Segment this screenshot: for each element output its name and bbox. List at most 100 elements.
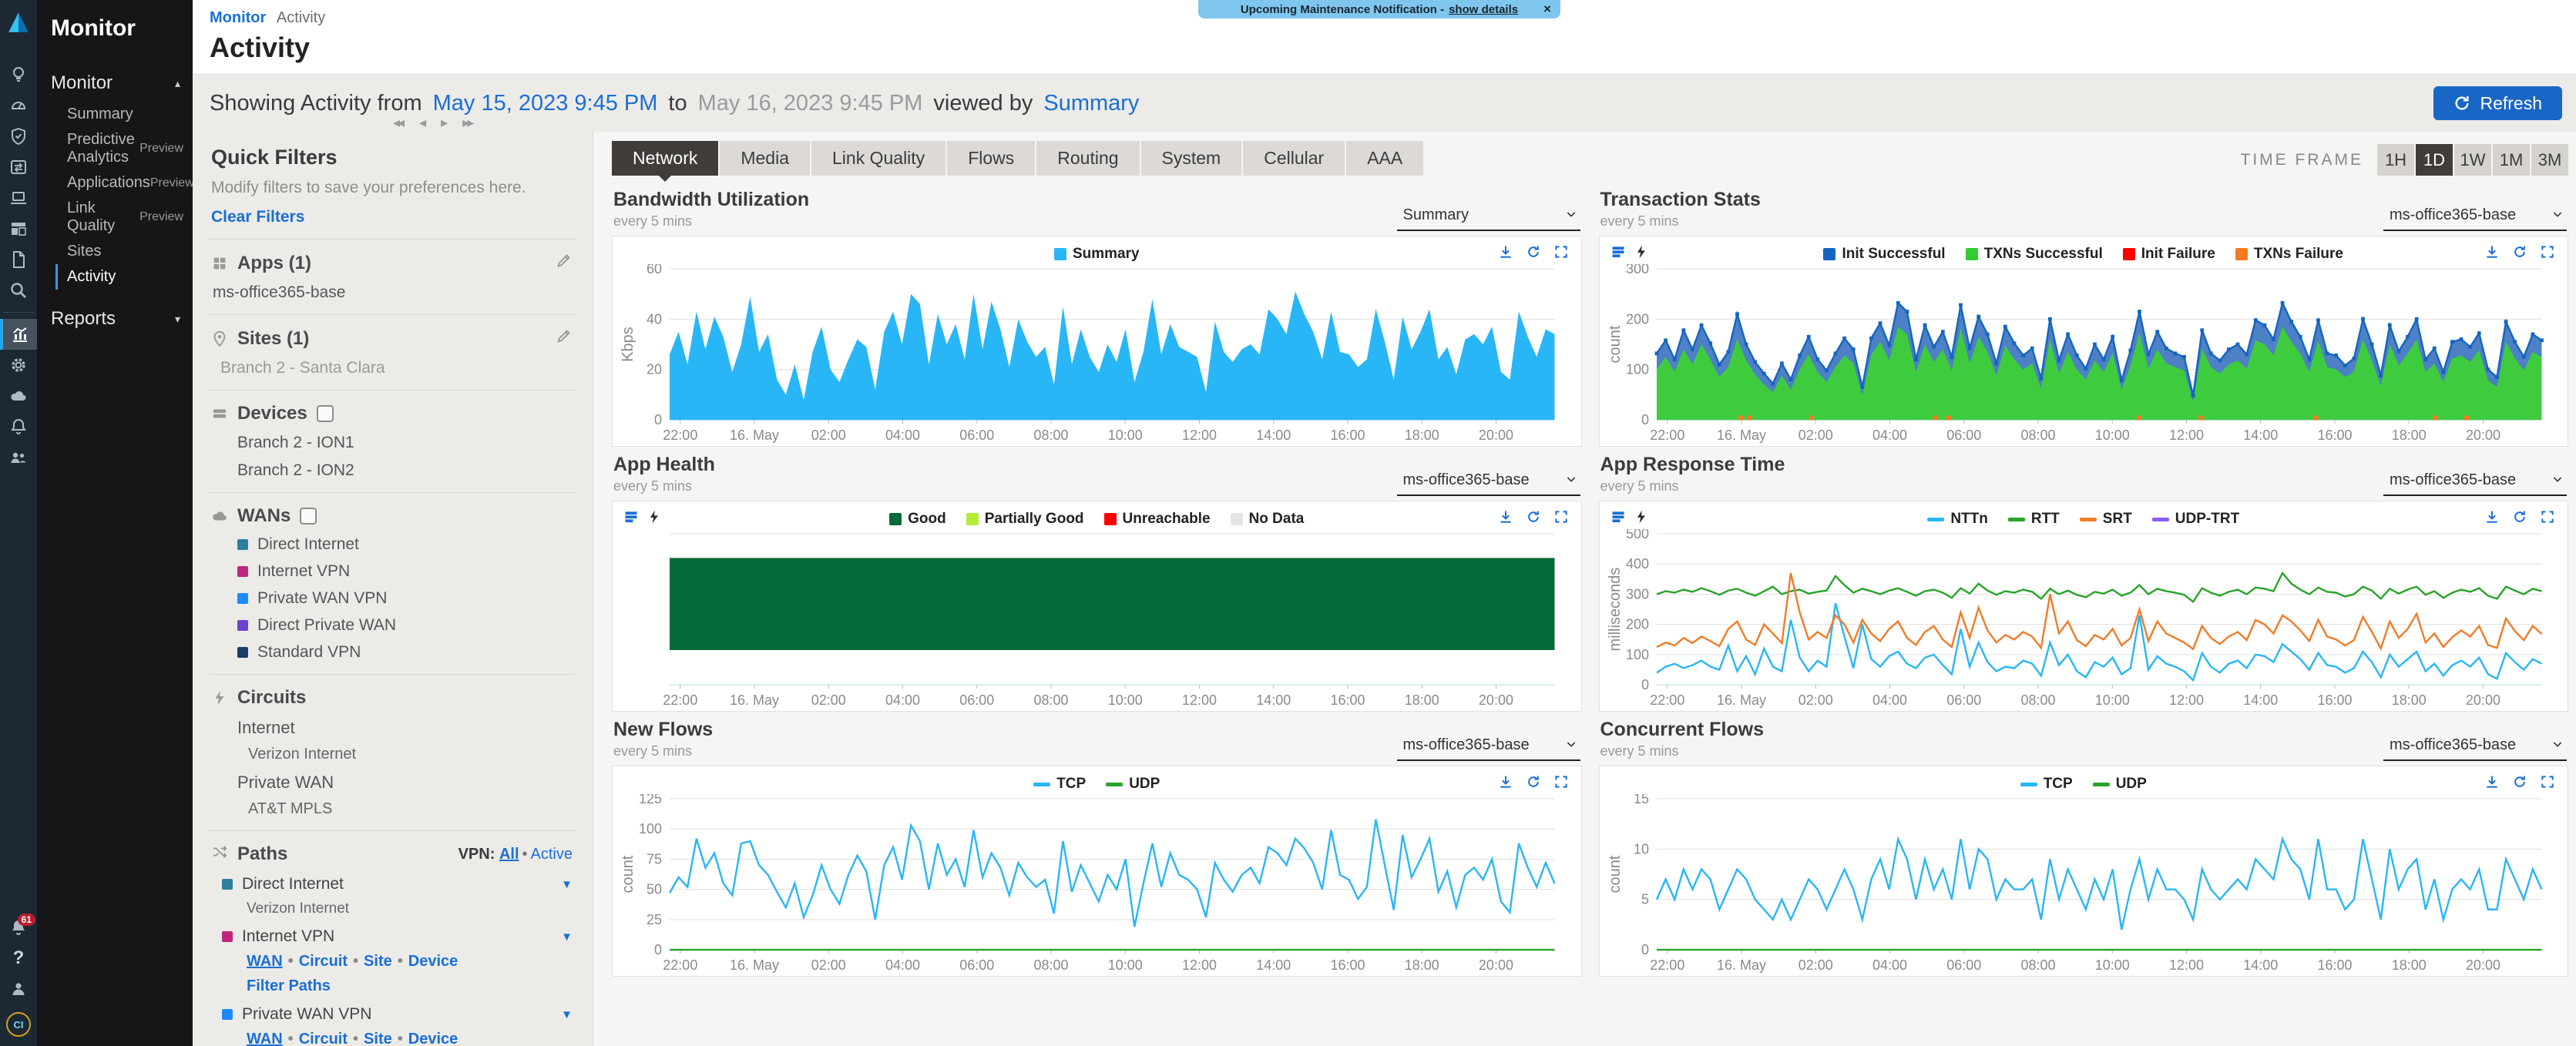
download-icon[interactable]: [1498, 244, 1513, 263]
pager-arrow-3[interactable]: ▸▸: [462, 115, 472, 131]
tab-aaa[interactable]: AAA: [1346, 141, 1423, 176]
devices-checkbox[interactable]: [317, 405, 334, 422]
circuit-group[interactable]: Internet: [237, 718, 573, 738]
download-icon[interactable]: [2484, 244, 2500, 263]
rail-gear[interactable]: [0, 350, 37, 381]
path-scope-circuit[interactable]: Circuit: [299, 953, 348, 970]
pager-arrow-2[interactable]: ▸: [441, 115, 445, 131]
rail-lightbulb[interactable]: [0, 59, 37, 90]
path-scope-wan[interactable]: WAN: [247, 953, 283, 970]
download-icon[interactable]: [1498, 509, 1513, 528]
chart-scope-select[interactable]: ms-office365-base: [2383, 206, 2567, 231]
bolt-icon[interactable]: [1634, 509, 1649, 528]
tab-media[interactable]: Media: [720, 141, 810, 176]
chevron-down-icon[interactable]: ▼: [561, 878, 573, 891]
rail-swap[interactable]: [0, 152, 37, 183]
chevron-down-icon[interactable]: ▼: [561, 1008, 573, 1021]
expand-icon[interactable]: [1553, 509, 1569, 528]
banner-close-icon[interactable]: ×: [1543, 2, 1551, 17]
legend-item-init-successful[interactable]: Init Successful: [1823, 246, 1945, 263]
download-icon[interactable]: [2484, 774, 2500, 793]
legend-item-unreachable[interactable]: Unreachable: [1104, 511, 1211, 528]
sidebar-item-applications[interactable]: Applications Preview: [55, 170, 193, 196]
sidebar-item-predictive-analytics[interactable]: Predictive Analytics Preview: [55, 127, 193, 170]
table-view-icon[interactable]: [623, 509, 639, 528]
refresh-chart-icon[interactable]: [1526, 244, 1541, 263]
wan-item[interactable]: Direct Private WAN: [237, 616, 573, 635]
path-group[interactable]: Private WAN VPN▼: [222, 1005, 573, 1024]
refresh-chart-icon[interactable]: [2512, 244, 2527, 263]
rail-gauge[interactable]: [0, 90, 37, 121]
tab-link-quality[interactable]: Link Quality: [811, 141, 945, 176]
path-scope-device[interactable]: Device: [408, 953, 458, 970]
rail-users[interactable]: [0, 442, 37, 473]
nav-section-monitor[interactable]: Monitor ▴: [37, 65, 193, 102]
chart-scope-select[interactable]: ms-office365-base: [1397, 471, 1580, 496]
chart-scope-select[interactable]: ms-office365-base: [1397, 736, 1580, 761]
legend-item-init-failure[interactable]: Init Failure: [2123, 246, 2215, 263]
tab-system[interactable]: System: [1141, 141, 1242, 176]
prisma-logo-icon[interactable]: [5, 11, 32, 38]
bolt-icon[interactable]: [647, 509, 662, 528]
wans-checkbox[interactable]: [300, 508, 317, 525]
tab-routing[interactable]: Routing: [1036, 141, 1139, 176]
breadcrumb-monitor[interactable]: Monitor: [210, 9, 266, 26]
legend-item-udp[interactable]: UDP: [2093, 776, 2147, 793]
tab-cellular[interactable]: Cellular: [1243, 141, 1345, 176]
table-view-icon[interactable]: [1610, 509, 1626, 528]
rail-help[interactable]: ?: [0, 943, 37, 974]
circuit-item[interactable]: AT&T MPLS: [248, 800, 573, 818]
pager-arrow-0[interactable]: ◂◂: [393, 115, 402, 131]
table-view-icon[interactable]: [1610, 244, 1626, 263]
sidebar-item-sites[interactable]: Sites: [55, 239, 193, 264]
circuit-item[interactable]: Verizon Internet: [248, 746, 573, 763]
timeframe-1H[interactable]: 1H: [2377, 144, 2414, 176]
legend-item-nttn[interactable]: NTTn: [1927, 511, 1988, 528]
bolt-icon[interactable]: [1634, 244, 1649, 263]
timeframe-1D[interactable]: 1D: [2416, 144, 2453, 176]
rail-document[interactable]: [0, 244, 37, 275]
chart-scope-select[interactable]: ms-office365-base: [2383, 736, 2567, 761]
chart-scope-select[interactable]: ms-office365-base: [2383, 471, 2567, 496]
pager-arrow-1[interactable]: ◂: [419, 115, 424, 131]
avatar[interactable]: CI: [6, 1012, 31, 1037]
rail-layout[interactable]: [0, 213, 37, 244]
path-scope-site[interactable]: Site: [364, 1031, 392, 1046]
device-item[interactable]: Branch 2 - ION1: [237, 434, 573, 452]
expand-icon[interactable]: [2540, 509, 2555, 528]
legend-item-no-data[interactable]: No Data: [1231, 511, 1305, 528]
from-date-link[interactable]: May 15, 2023 9:45 PM: [433, 91, 658, 116]
expand-icon[interactable]: [1553, 244, 1569, 263]
tab-flows[interactable]: Flows: [947, 141, 1035, 176]
legend-item-good[interactable]: Good: [889, 511, 946, 528]
rail-alert-bell[interactable]: [0, 411, 37, 442]
nav-section-reports[interactable]: Reports ▾: [37, 300, 193, 337]
refresh-chart-icon[interactable]: [2512, 509, 2527, 528]
filter-paths-link[interactable]: Filter Paths: [247, 977, 573, 995]
wan-item[interactable]: Direct Internet: [237, 535, 573, 554]
refresh-chart-icon[interactable]: [1526, 509, 1541, 528]
timeframe-1W[interactable]: 1W: [2454, 144, 2491, 176]
device-item[interactable]: Branch 2 - ION2: [237, 461, 573, 480]
wan-item[interactable]: Private WAN VPN: [237, 589, 573, 608]
download-icon[interactable]: [2484, 509, 2500, 528]
rail-activity-chart[interactable]: [0, 319, 37, 350]
wan-item[interactable]: Internet VPN: [237, 562, 573, 581]
edit-sites-button[interactable]: [556, 327, 573, 350]
legend-item-srt[interactable]: SRT: [2080, 511, 2132, 528]
clear-filters-link[interactable]: Clear Filters: [211, 208, 573, 226]
rail-shield-check[interactable]: [0, 121, 37, 152]
path-scope-circuit[interactable]: Circuit: [299, 1031, 348, 1046]
rail-search[interactable]: [0, 275, 37, 306]
path-scope-device[interactable]: Device: [408, 1031, 458, 1046]
legend-item-txns-failure[interactable]: TXNs Failure: [2235, 246, 2343, 263]
circuit-group[interactable]: Private WAN: [237, 773, 573, 793]
edit-apps-button[interactable]: [556, 252, 573, 274]
legend-item-tcp[interactable]: TCP: [2020, 776, 2073, 793]
refresh-button[interactable]: Refresh: [2433, 86, 2562, 120]
rail-cloud[interactable]: [0, 381, 37, 411]
path-group[interactable]: Internet VPN▼: [222, 927, 573, 946]
download-icon[interactable]: [1498, 774, 1513, 793]
legend-item-summary[interactable]: Summary: [1054, 246, 1140, 263]
chart-scope-select[interactable]: Summary: [1397, 206, 1580, 231]
